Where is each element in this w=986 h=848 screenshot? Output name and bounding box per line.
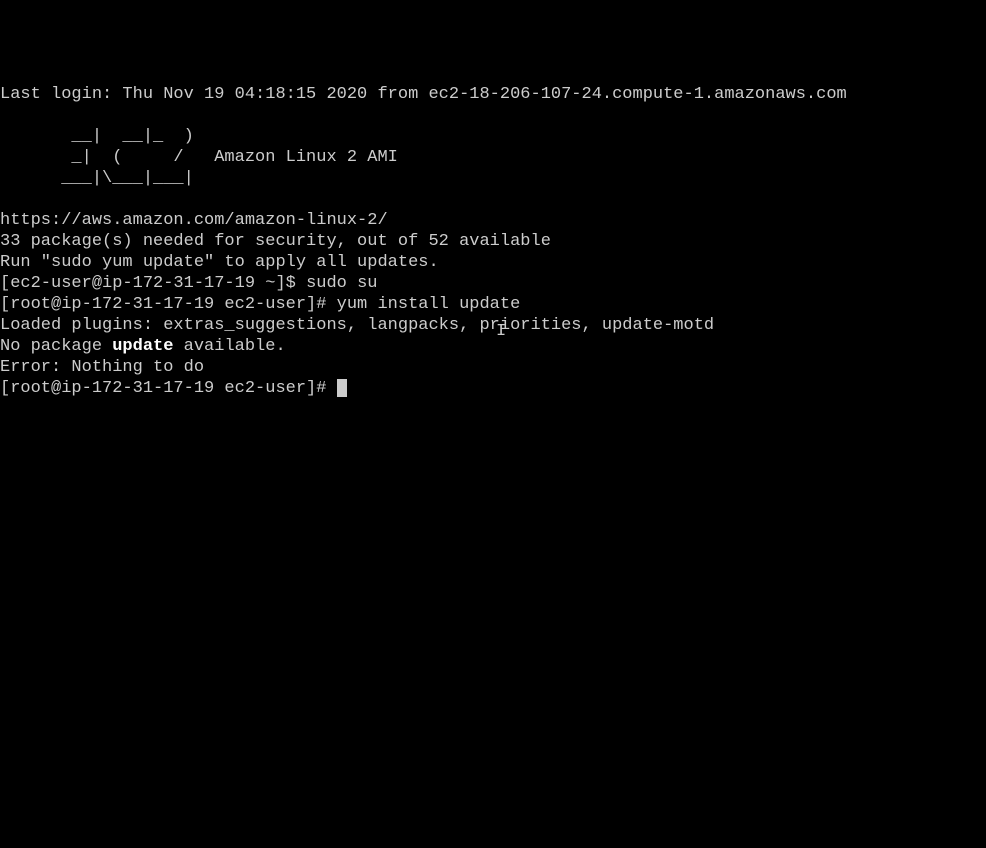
ascii-art-line-2: _| ( / Amazon Linux 2 AMI: [0, 148, 398, 167]
ascii-art-line-3: ___|\___|___|: [0, 169, 194, 188]
ascii-art-line-1: __| __|_ ): [0, 127, 194, 146]
last-login-line: Last login: Thu Nov 19 04:18:15 2020 fro…: [0, 85, 847, 104]
root-prompt-1: [root@ip-172-31-17-19 ec2-user]#: [0, 295, 337, 314]
terminal-window[interactable]: Last login: Thu Nov 19 04:18:15 2020 fro…: [0, 84, 986, 399]
terminal-cursor[interactable]: [337, 379, 347, 397]
command-sudo-su: sudo su: [306, 274, 377, 293]
amazon-linux-url: https://aws.amazon.com/amazon-linux-2/: [0, 211, 388, 230]
no-package-prefix: No package: [0, 337, 112, 356]
root-prompt-2: [root@ip-172-31-17-19 ec2-user]#: [0, 379, 337, 398]
loaded-plugins-line: Loaded plugins: extras_suggestions, lang…: [0, 316, 714, 335]
error-line: Error: Nothing to do: [0, 358, 204, 377]
ec2-user-prompt: [ec2-user@ip-172-31-17-19 ~]$: [0, 274, 306, 293]
security-updates-line: 33 package(s) needed for security, out o…: [0, 232, 551, 251]
no-package-name: update: [112, 337, 173, 356]
command-yum-install: yum install update: [337, 295, 521, 314]
no-package-suffix: available.: [173, 337, 285, 356]
run-update-hint: Run "sudo yum update" to apply all updat…: [0, 253, 439, 272]
